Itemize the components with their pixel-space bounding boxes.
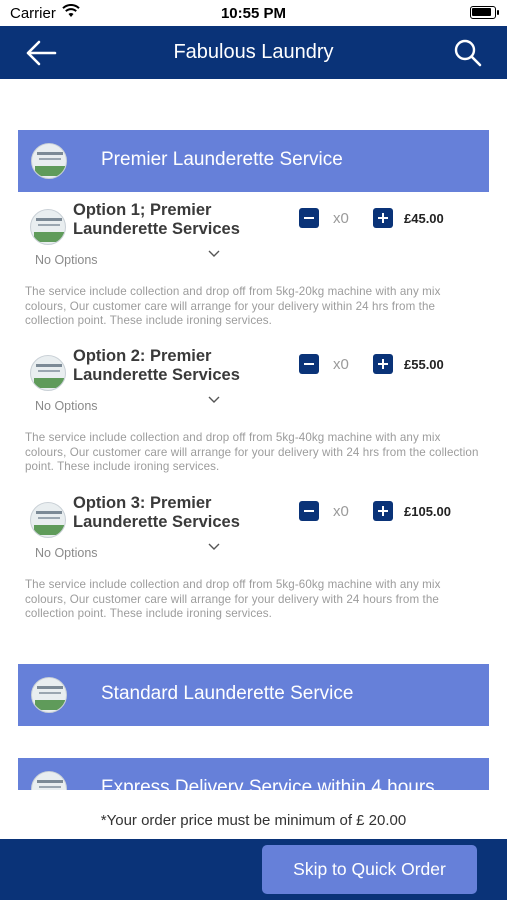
chevron-down-icon[interactable]: [207, 541, 221, 551]
increase-quantity-button[interactable]: [373, 501, 393, 521]
search-icon[interactable]: [453, 38, 483, 68]
service-description: The service include collection and drop …: [25, 578, 441, 620]
app-screen: Carrier 10:55 PM Fabulous Laundry Premie…: [0, 0, 507, 900]
quantity-value: x0: [333, 503, 349, 520]
service-name: Option 2: Premier Launderette Services: [73, 347, 240, 384]
service-description: The service include collection and drop …: [25, 285, 441, 327]
category-title: Premier Launderette Service: [101, 149, 343, 170]
service-price: £55.00: [404, 357, 444, 372]
quantity-value: x0: [333, 210, 349, 227]
category-title: Standard Launderette Service: [101, 683, 354, 704]
category-logo: [31, 677, 67, 713]
decrease-quantity-button[interactable]: [299, 208, 319, 228]
decrease-quantity-button[interactable]: [299, 501, 319, 521]
category-logo: [31, 771, 67, 790]
service-name: Option 1; Premier Launderette Services: [73, 201, 240, 238]
category-header-express[interactable]: Express Delivery Service within 4 hours: [18, 758, 489, 790]
category-header-premier[interactable]: Premier Launderette Service: [18, 130, 489, 192]
status-bar: Carrier 10:55 PM: [0, 0, 507, 26]
decrease-quantity-button[interactable]: [299, 354, 319, 374]
options-dropdown[interactable]: No Options: [35, 399, 98, 413]
options-dropdown[interactable]: No Options: [35, 253, 98, 267]
chevron-down-icon[interactable]: [207, 394, 221, 404]
service-price: £45.00: [404, 211, 444, 226]
bottom-bar: Skip to Quick Order: [0, 839, 507, 900]
nav-bar: Fabulous Laundry: [0, 26, 507, 79]
category-logo: [31, 143, 67, 179]
service-description: The service include collection and drop …: [25, 431, 479, 473]
service-price: £105.00: [404, 504, 451, 519]
page-title: Fabulous Laundry: [173, 41, 334, 63]
service-logo: [30, 355, 66, 391]
increase-quantity-button[interactable]: [373, 208, 393, 228]
service-logo: [30, 502, 66, 538]
service-logo: [30, 209, 66, 245]
skip-to-quick-order-button[interactable]: Skip to Quick Order: [262, 845, 477, 894]
quantity-value: x0: [333, 356, 349, 373]
chevron-down-icon[interactable]: [207, 248, 221, 258]
increase-quantity-button[interactable]: [373, 354, 393, 374]
service-list[interactable]: Premier Launderette Service Option 1; Pr…: [0, 79, 507, 790]
battery-level: [472, 8, 491, 16]
category-title: Express Delivery Service within 4 hours: [101, 777, 435, 790]
category-header-standard[interactable]: Standard Launderette Service: [18, 664, 489, 726]
clock: 10:55 PM: [220, 5, 287, 22]
options-dropdown[interactable]: No Options: [35, 546, 98, 560]
battery-icon: [470, 6, 499, 19]
minimum-order-note: *Your order price must be minimum of £ 2…: [0, 790, 507, 839]
service-name: Option 3: Premier Launderette Services: [73, 494, 240, 531]
